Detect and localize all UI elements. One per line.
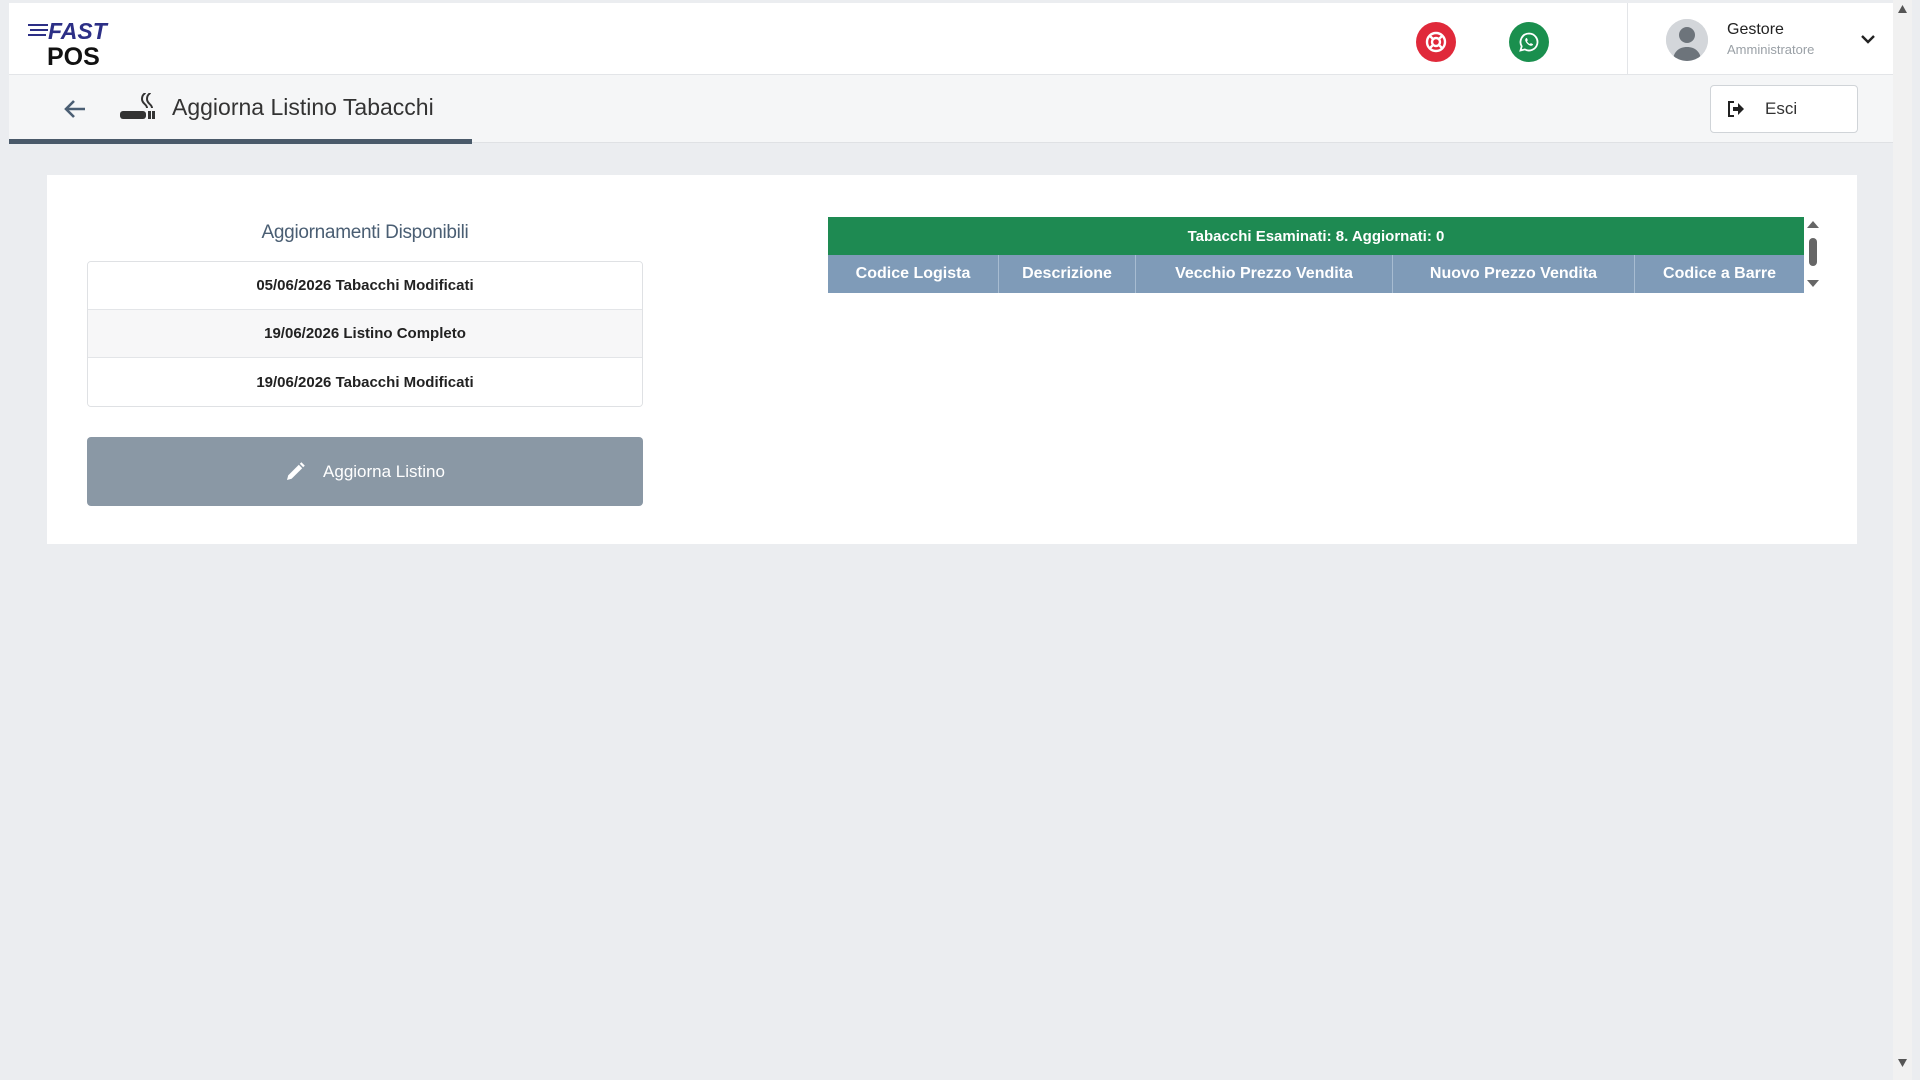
- support-button[interactable]: [1416, 22, 1456, 62]
- pencil-icon: [287, 461, 305, 480]
- list-item[interactable]: 19/06/2026 Listino Completo: [88, 310, 642, 358]
- page-scrollbar[interactable]: [1893, 0, 1912, 1080]
- list-item[interactable]: 19/06/2026 Tabacchi Modificati: [88, 358, 642, 406]
- table-summary: Tabacchi Esaminati: 8. Aggiornati: 0: [828, 217, 1804, 255]
- arrow-left-icon: [64, 100, 85, 118]
- chevron-down-icon[interactable]: [1858, 29, 1878, 49]
- app-window: FAST POS Gestore Amministratore Aggiorna…: [9, 3, 1893, 1072]
- user-silhouette-icon: [1666, 19, 1708, 61]
- whatsapp-button[interactable]: [1509, 22, 1549, 62]
- cigarette-icon: [120, 92, 155, 119]
- update-list-label: Aggiorna Listino: [323, 461, 445, 481]
- lifebuoy-icon: [1425, 31, 1447, 53]
- back-button[interactable]: [59, 93, 91, 125]
- table-scrollbar[interactable]: [1806, 220, 1820, 290]
- column-header-codice-barre[interactable]: Codice a Barre: [1635, 255, 1804, 293]
- scroll-down-arrow-icon[interactable]: [1897, 1058, 1908, 1068]
- user-role: Amministratore: [1727, 42, 1815, 57]
- page-header: Aggiorna Listino Tabacchi Esci: [9, 75, 1893, 144]
- column-header-codice-logista[interactable]: Codice Logista: [828, 255, 999, 293]
- user-menu[interactable]: Gestore Amministratore: [1627, 3, 1893, 75]
- results-table: Tabacchi Esaminati: 8. Aggiornati: 0 Cod…: [828, 217, 1804, 293]
- column-header-nuovo-prezzo[interactable]: Nuovo Prezzo Vendita: [1393, 255, 1635, 293]
- scroll-up-arrow-icon[interactable]: [1897, 4, 1908, 14]
- updates-list: 05/06/2026 Tabacchi Modificati 19/06/202…: [87, 261, 643, 407]
- whatsapp-icon: [1519, 32, 1539, 52]
- user-name: Gestore: [1727, 21, 1784, 38]
- column-header-descrizione[interactable]: Descrizione: [999, 255, 1136, 293]
- updates-title: Aggiornamenti Disponibili: [261, 222, 469, 243]
- table-header: Codice Logista Descrizione Vecchio Prezz…: [828, 255, 1804, 293]
- top-bar: FAST POS Gestore Amministratore: [9, 3, 1893, 75]
- sign-out-icon: [1728, 101, 1744, 117]
- logo-text-top: FAST: [48, 18, 109, 44]
- update-list-button[interactable]: Aggiorna Listino: [87, 437, 643, 506]
- exit-button[interactable]: Esci: [1710, 85, 1858, 133]
- avatar[interactable]: [1666, 19, 1708, 61]
- column-header-vecchio-prezzo[interactable]: Vecchio Prezzo Vendita: [1136, 255, 1393, 293]
- active-tab-indicator: [9, 139, 472, 144]
- main-card: Aggiornamenti Disponibili 05/06/2026 Tab…: [47, 175, 1857, 544]
- logo-text-bottom: POS: [47, 43, 100, 69]
- page-title: Aggiorna Listino Tabacchi: [172, 94, 434, 120]
- fastpos-logo[interactable]: FAST POS: [28, 17, 128, 69]
- list-item[interactable]: 05/06/2026 Tabacchi Modificati: [88, 262, 642, 310]
- exit-label: Esci: [1765, 99, 1798, 118]
